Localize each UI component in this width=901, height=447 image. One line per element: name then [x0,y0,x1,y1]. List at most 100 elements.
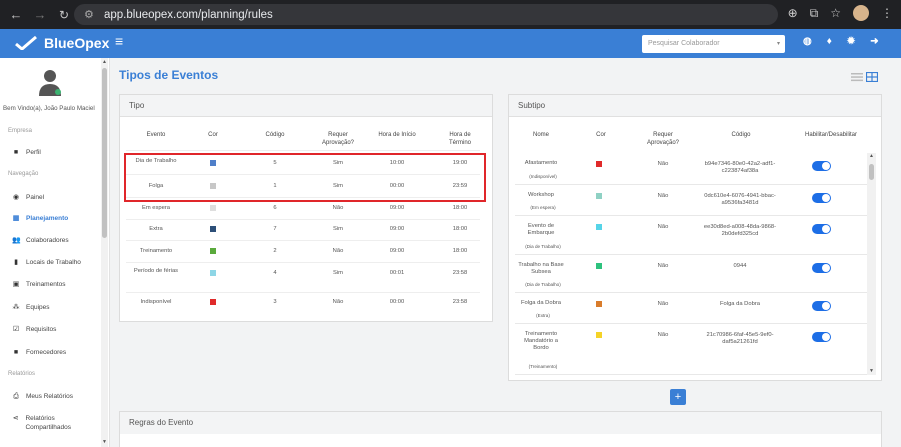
enable-toggle[interactable] [812,193,831,203]
sidebar-item-treinamentos[interactable]: ▣ Treinamentos [12,280,97,289]
gauge-icon: ◉ [12,194,20,201]
sidebar-item-painel[interactable]: ◉ Painel [12,193,97,202]
sidebar-item-planejamento[interactable]: ▦ Planejamento [12,214,97,223]
scrollbar-thumb[interactable] [102,68,107,238]
subtipo-column-header: Habilitar/Desabilitar [804,132,858,138]
subtipo-cell-aprov: Não [657,224,669,230]
subtipo-row[interactable]: Afastamento (Indisponível) Não b94e7346-80e… [515,153,867,185]
page-title: Tipos de Eventos [119,68,219,82]
tipo-cell-aprov: Não [332,248,344,254]
sidebar-item-fornecedores[interactable]: ■ Fornecedores [12,348,97,357]
user-avatar-icon [39,70,61,96]
app-header: BlueOpex ≡ Pesquisar Colaborador ▾ ◍ ♦ ✹… [0,29,901,58]
sidebar-item-locais[interactable]: ▮ Locais de Trabalho [12,258,97,267]
tipo-cell-evento: Indisponível [140,299,172,305]
back-icon[interactable]: ← [6,7,26,22]
gear-icon[interactable]: ✹ [847,36,855,47]
support-icon[interactable]: ◍ [803,36,812,47]
subtipo-scrollbar[interactable]: ▲ ▼ [867,153,876,375]
bookmark-star-icon[interactable]: ☆ [830,6,841,20]
tipo-cell-evento: Período de férias [133,268,179,274]
color-swatch [596,161,602,167]
zoom-icon[interactable]: ⊕ [788,6,798,20]
sidebar-scrollbar[interactable]: ▲ ▼ [101,58,108,447]
sidebar-item-label: Treinamentos [26,281,66,288]
scroll-down-icon[interactable]: ▼ [102,439,107,445]
tipo-cell-evento: Extra [149,226,163,232]
search-placeholder: Pesquisar Colaborador [648,40,720,47]
scroll-down-icon[interactable]: ▼ [869,368,874,374]
sidebar-item-meus-relatorios[interactable]: ⎙ Meus Relatórios [12,392,97,401]
subtipo-cell-aprov: Não [657,161,669,167]
subtipo-cell-parent: (Dia de Trabalho) [525,282,561,287]
enable-toggle[interactable] [812,161,831,171]
menu-toggle-icon[interactable]: ≡ [115,33,123,49]
sidebar-item-label: Locais de Trabalho [26,259,81,266]
tipo-cell-fim: 23:58 [452,270,468,276]
checkbox-icon: ☑ [12,326,20,333]
tipo-column-header: Hora de Início [378,132,416,138]
regras-panel-title: Regras do Evento [120,412,881,434]
enable-toggle[interactable] [812,263,831,273]
reload-icon[interactable]: ↻ [54,8,74,22]
color-swatch [596,301,602,307]
sidebar-item-relatorios-compartilhados[interactable]: ⋖ Relatórios Compartilhados [12,414,97,432]
subtipo-row[interactable]: Treinamento Mandatório a Bordo (Treinamen… [515,324,867,375]
logo-check-icon [15,36,37,50]
enable-toggle[interactable] [812,224,831,234]
tipo-column-header: Hora de Término [448,132,471,146]
subtipo-row[interactable]: Folga da Dobra (Extra) Não Folga da Dobra [515,293,867,324]
welcome-text: Bem Vindo(a), João Paulo Maciel [3,105,95,112]
tipo-cell-fim: 18:00 [452,248,468,254]
subtipo-row[interactable]: Evento de Embarque (Dia de Trabalho) Não ee… [515,216,867,255]
scroll-up-icon[interactable]: ▲ [869,153,874,159]
logout-icon[interactable]: ➜ [870,36,878,47]
add-subtipo-button[interactable]: + [670,389,686,405]
address-bar[interactable]: ⚙ app.blueopex.com/planning/rules [74,4,778,25]
collaborator-search-select[interactable]: Pesquisar Colaborador ▾ [642,35,785,53]
subtipo-cell-parent: (Dia de Trabalho) [525,244,561,249]
grid-view-icon[interactable] [866,72,878,82]
subtipo-column-header: Nome [532,132,549,138]
brand-logo[interactable]: BlueOpex [14,35,109,51]
sidebar-item-perfil[interactable]: ■ Perfil [12,148,97,157]
share-icon[interactable]: ⧉ [810,6,819,21]
sidebar-item-requisitos[interactable]: ☑ Requisitos [12,325,97,334]
profile-avatar-icon[interactable] [853,5,869,21]
subtipo-column-header: Código [731,132,751,138]
scroll-up-icon[interactable]: ▲ [102,59,107,65]
briefcase-icon: ■ [13,149,19,156]
sidebar-item-equipes[interactable]: ⁂ Equipes [12,303,97,312]
highlight-box [124,153,486,202]
sidebar-item-label: Planejamento [26,215,69,222]
sidebar-item-label: Perfil [26,149,41,156]
bell-icon[interactable]: ♦ [827,36,832,47]
subtipo-panel-title: Subtipo [509,95,881,117]
subtipo-cell-codigo: b94e7346-80e0-42a2-adf1-c223874af38a [704,161,776,174]
forward-icon[interactable]: → [30,7,50,22]
subtipo-cell-aprov: Não [657,301,669,307]
enable-toggle[interactable] [812,332,831,342]
browser-menu-icon[interactable]: ⋮ [881,6,893,20]
sidebar-item-colaboradores[interactable]: 👥 Colaboradores [12,236,97,245]
chevron-down-icon: ▾ [776,41,780,47]
site-settings-icon[interactable]: ⚙ [84,8,100,21]
color-swatch [210,299,216,305]
color-swatch [596,263,602,269]
subtipo-cell-codigo: 21c70986-6faf-45e5-9ef0-daf5a21261fd [706,332,774,345]
tipo-cell-codigo: 2 [273,248,277,254]
subtipo-cell-nome: Evento de Embarque [527,223,555,236]
sidebar-item-label: Relatórios Compartilhados [25,415,71,431]
tipo-column-header: Cor [208,132,218,138]
tipo-cell-inicio: 09:00 [389,226,405,232]
subtipo-row[interactable]: Workshop (Em espera) Não 0dc610e4-6076-4941… [515,185,867,216]
scrollbar-thumb[interactable] [869,164,874,180]
subtipo-row[interactable]: Trabalho na Base Subsea (Dia de Trabalho)… [515,255,867,293]
tipo-panel-title: Tipo [120,95,492,117]
share-icon: ⋖ [12,415,19,422]
enable-toggle[interactable] [812,301,831,311]
list-view-icon[interactable] [851,72,863,82]
tipo-cell-codigo: 6 [273,205,277,211]
building-icon: ▮ [14,259,18,266]
tipo-column-header: Requer Aprovação? [321,132,355,146]
